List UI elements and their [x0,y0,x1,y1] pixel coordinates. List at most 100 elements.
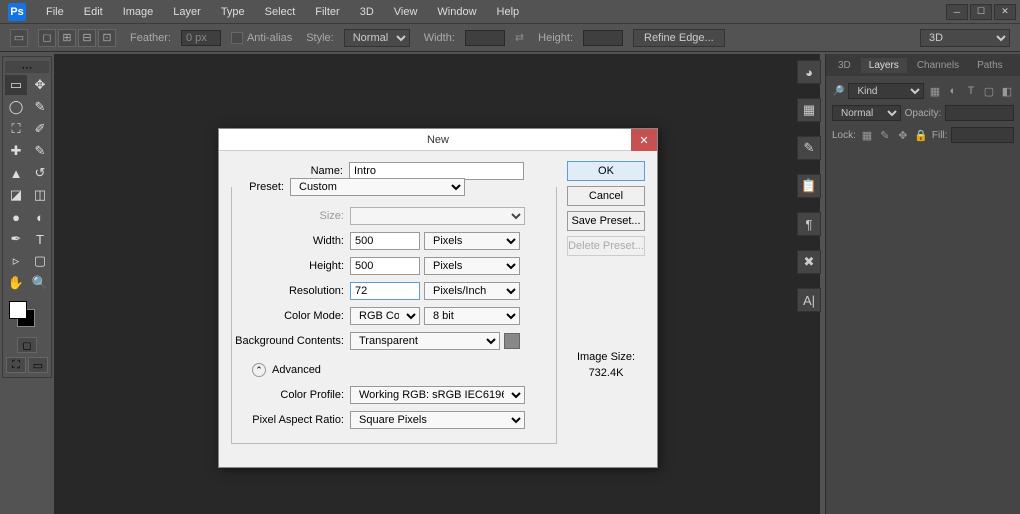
stamp-tool[interactable]: ▲ [5,163,27,183]
advanced-toggle[interactable]: ⌃ [252,363,266,377]
width-input[interactable] [350,232,420,250]
swatches-panel-icon[interactable]: ▦ [797,98,821,122]
healing-tool[interactable]: ✚ [5,141,27,161]
menu-help[interactable]: Help [487,0,530,23]
tab-channels[interactable]: Channels [909,58,967,73]
colormode-select[interactable]: RGB Color [350,307,420,325]
width-label: Width: [232,235,350,247]
window-controls: ─ ☐ ✕ [946,4,1016,20]
blend-mode-select[interactable]: Normal [832,105,901,121]
menu-type[interactable]: Type [211,0,255,23]
history-panel-icon[interactable]: 📋 [797,174,821,198]
gradient-tool[interactable]: ◫ [29,185,51,205]
filter-adjust-icon[interactable]: ◐ [946,84,960,98]
eyedropper-tool[interactable]: ✐ [29,119,51,139]
path-tool[interactable]: ▹ [5,251,27,271]
preset-select[interactable]: Custom [290,178,465,196]
menu-view[interactable]: View [384,0,428,23]
layer-filter-select[interactable]: Kind [848,83,924,99]
type-tool[interactable]: T [29,229,51,249]
filter-image-icon[interactable]: ▦ [928,84,942,98]
crop-tool[interactable]: ⛶ [5,119,27,139]
swap-icon[interactable]: ⇄ [515,31,524,44]
selection-intersect-icon[interactable]: ⊡ [98,29,116,47]
screenmode-button[interactable]: ⛶ [6,357,26,373]
selection-subtract-icon[interactable]: ⊟ [78,29,96,47]
lasso-tool[interactable]: ◯ [5,97,27,117]
antialias-checkbox[interactable] [231,32,243,44]
foreground-color[interactable] [9,301,27,319]
history-brush-tool[interactable]: ↺ [29,163,51,183]
quickselect-tool[interactable]: ✎ [29,97,51,117]
minimize-button[interactable]: ─ [946,4,968,20]
cancel-button[interactable]: Cancel [567,186,645,206]
lock-pixels-icon[interactable]: ✎ [878,128,892,142]
fill-input[interactable] [951,127,1014,143]
character-panel-icon[interactable]: A| [797,288,821,312]
opt-width-input [465,30,505,46]
filter-type-icon[interactable]: T [964,84,978,98]
dodge-tool[interactable]: ◐ [29,207,51,227]
selection-new-icon[interactable]: ◻ [38,29,56,47]
width-unit-select[interactable]: Pixels [424,232,520,250]
zoom-tool[interactable]: 🔍 [29,273,51,293]
filter-icon: 🔎 [832,86,844,97]
blur-tool[interactable]: ● [5,207,27,227]
color-panel-icon[interactable]: ◕ [797,60,821,84]
brush-tool[interactable]: ✎ [29,141,51,161]
menu-bar: Ps File Edit Image Layer Type Select Fil… [0,0,1020,24]
eraser-tool[interactable]: ◪ [5,185,27,205]
filter-shape-icon[interactable]: ▢ [982,84,996,98]
filter-smart-icon[interactable]: ◧ [1000,84,1014,98]
refine-edge-button[interactable]: Refine Edge... [633,29,725,47]
brushes-panel-icon[interactable]: ✎ [797,136,821,160]
dialog-close-button[interactable]: ✕ [631,129,657,151]
lock-all-icon[interactable]: 🔒 [914,128,928,142]
delete-preset-button: Delete Preset... [567,236,645,256]
screenmode2-button[interactable]: ▭ [28,357,48,373]
shape-tool[interactable]: ▢ [29,251,51,271]
close-button[interactable]: ✕ [994,4,1016,20]
resolution-unit-select[interactable]: Pixels/Inch [424,282,520,300]
style-select[interactable]: Normal [344,29,410,47]
properties-panel-icon[interactable]: ✖ [797,250,821,274]
menu-edit[interactable]: Edit [74,0,113,23]
height-input[interactable] [350,257,420,275]
pen-tool[interactable]: ✒ [5,229,27,249]
hand-tool[interactable]: ✋ [5,273,27,293]
lock-position-icon[interactable]: ✥ [896,128,910,142]
par-select[interactable]: Square Pixels [350,411,525,429]
tab-paths[interactable]: Paths [969,58,1011,73]
menu-image[interactable]: Image [113,0,164,23]
color-swatches[interactable] [5,299,49,331]
quickmask-button[interactable]: ◻ [17,337,37,353]
bg-color-swatch[interactable] [504,333,520,349]
tool-preset-icon[interactable]: ▭ [10,29,28,47]
move-tool[interactable]: ✥ [29,75,51,95]
tab-3d[interactable]: 3D [830,58,859,73]
maximize-button[interactable]: ☐ [970,4,992,20]
tools-grip[interactable]: ⋯ [5,61,49,73]
menu-layer[interactable]: Layer [163,0,211,23]
menu-filter[interactable]: Filter [305,0,349,23]
workspace-select[interactable]: 3D [920,29,1010,47]
selection-add-icon[interactable]: ⊞ [58,29,76,47]
lock-transparency-icon[interactable]: ▦ [860,128,874,142]
marquee-tool[interactable]: ▭ [5,75,27,95]
menu-select[interactable]: Select [255,0,306,23]
ok-button[interactable]: OK [567,161,645,181]
height-unit-select[interactable]: Pixels [424,257,520,275]
opacity-input[interactable] [945,105,1014,121]
dialog-title-bar[interactable]: New ✕ [219,129,657,151]
save-preset-button[interactable]: Save Preset... [567,211,645,231]
bitdepth-select[interactable]: 8 bit [424,307,520,325]
resolution-input[interactable] [350,282,420,300]
tab-layers[interactable]: Layers [861,58,907,73]
menu-file[interactable]: File [36,0,74,23]
menu-3d[interactable]: 3D [350,0,384,23]
menu-window[interactable]: Window [427,0,486,23]
profile-select[interactable]: Working RGB: sRGB IEC61966-2.1 [350,386,525,404]
bg-select[interactable]: Transparent [350,332,500,350]
feather-input[interactable] [181,30,221,46]
paragraph-panel-icon[interactable]: ¶ [797,212,821,236]
